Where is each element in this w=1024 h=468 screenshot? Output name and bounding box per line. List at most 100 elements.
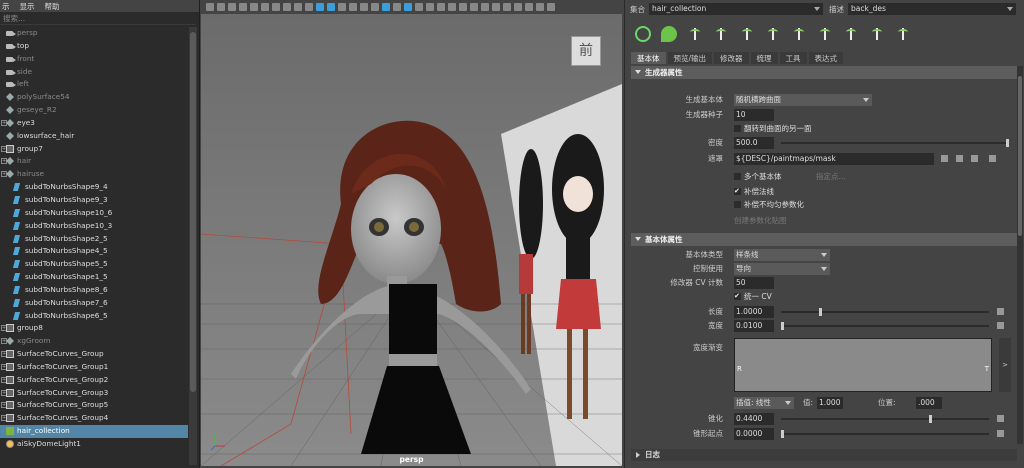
bookmark-icon[interactable] [239, 2, 247, 11]
panel-layout-icon[interactable] [547, 2, 555, 11]
outliner-item-surfacetocurves-group2[interactable]: + SurfaceToCurves_Group2 [0, 374, 188, 387]
save-icon[interactable] [956, 155, 963, 162]
flip-checkbox[interactable] [734, 125, 741, 132]
create-param-map-button[interactable]: 创建参数化贴图 [734, 215, 787, 227]
ambient-occlusion-icon[interactable] [426, 2, 434, 11]
outliner-item-group7[interactable]: + group7 [0, 143, 188, 156]
outliner-item-subdtonurbsshape10-3[interactable]: subdToNurbsShape10_3 [0, 220, 188, 233]
outliner-scrollbar[interactable] [189, 27, 197, 465]
gamma-icon[interactable] [525, 2, 533, 11]
outliner-item-subdtonurbsshape5-5[interactable]: subdToNurbsShape5_5 [0, 258, 188, 271]
menu-item-help[interactable]: 帮助 [45, 1, 60, 12]
sculpt-guide-icon[interactable] [739, 26, 755, 42]
visibility-eye-icon[interactable] [635, 26, 651, 42]
use-all-lights-icon[interactable] [404, 2, 412, 11]
isolate-select-icon[interactable] [470, 2, 478, 11]
motion-blur-icon[interactable] [437, 2, 445, 11]
compensate-normal-checkbox[interactable] [734, 185, 741, 197]
outliner-item-subdtonurbsshape9-4[interactable]: subdToNurbsShape9_4 [0, 181, 188, 194]
camera-attributes-icon[interactable] [228, 2, 236, 11]
multisample-icon[interactable] [448, 2, 456, 11]
section-primitive-attributes[interactable]: 基本体属性 [631, 233, 1017, 246]
outliner-item-surfacetocurves-group1[interactable]: + SurfaceToCurves_Group1 [0, 361, 188, 374]
color-space-icon[interactable] [536, 2, 544, 11]
outliner-item-surfacetocurves-group5[interactable]: + SurfaceToCurves_Group5 [0, 399, 188, 412]
guide-tool-icon[interactable] [713, 26, 729, 42]
outliner-search-input[interactable]: 搜索... [0, 13, 196, 25]
tab-expressions[interactable]: 表达式 [808, 52, 844, 64]
outliner-item-subdtonurbsshape8-6[interactable]: subdToNurbsShape8_6 [0, 284, 188, 297]
smooth-shade-icon[interactable] [371, 2, 379, 11]
log-section-header[interactable]: 日志 [631, 449, 1017, 461]
folder-icon[interactable] [971, 155, 978, 162]
film-gate-icon[interactable] [294, 2, 302, 11]
unify-cv-checkbox[interactable] [734, 290, 741, 302]
collection-dropdown[interactable]: hair_collection [649, 3, 823, 15]
outliner-item-hairuse[interactable]: + hairuse [0, 168, 188, 181]
width-slider-knob[interactable] [781, 322, 784, 330]
depth-of-field-icon[interactable] [459, 2, 467, 11]
resolution-gate-icon[interactable] [305, 2, 313, 11]
outliner-item-geseye-r2[interactable]: geseye_R2 [0, 104, 188, 117]
wireframe-icon[interactable] [360, 2, 368, 11]
tab-utilities[interactable]: 工具 [779, 52, 807, 64]
paint-brush-icon[interactable] [941, 155, 948, 162]
view-cube[interactable]: 前 [571, 36, 601, 66]
taper-field[interactable]: 0.4400 [734, 413, 774, 425]
outliner-item-subdtonurbsshape10-6[interactable]: subdToNurbsShape10_6 [0, 207, 188, 220]
image-plane-icon[interactable] [250, 2, 258, 11]
outliner-item-xggroom[interactable]: + xgGroom [0, 335, 188, 348]
scrollbar-thumb[interactable] [190, 32, 196, 392]
outliner-item-surfacetocurves-group[interactable]: + SurfaceToCurves_Group [0, 348, 188, 361]
taper-start-field[interactable]: 0.0000 [734, 428, 774, 440]
outliner-item-front[interactable]: front [0, 53, 188, 66]
tab-modifiers[interactable]: 修改器 [714, 52, 749, 64]
outliner-item-side[interactable]: side [0, 66, 188, 79]
outliner-item-hair[interactable]: + hair [0, 155, 188, 168]
2d-pan-icon[interactable] [261, 2, 269, 11]
expression-icon[interactable] [997, 322, 1004, 329]
field-chart-icon[interactable] [327, 2, 335, 11]
outliner-item-subdtonurbsshape7-6[interactable]: subdToNurbsShape7_6 [0, 297, 188, 310]
menu-item-show[interactable]: 示 [2, 1, 10, 12]
add-guide-icon[interactable] [687, 26, 703, 42]
outliner-item-subdtonurbsshape9-3[interactable]: subdToNurbsShape9_3 [0, 194, 188, 207]
prim-type-dropdown[interactable]: 样条线 [734, 249, 830, 261]
density-slider[interactable] [781, 139, 1009, 147]
xray-icon[interactable] [481, 2, 489, 11]
grid-icon[interactable] [283, 2, 291, 11]
length-slider[interactable] [781, 308, 989, 316]
length-slider-knob[interactable] [819, 308, 822, 316]
lock-camera-icon[interactable] [217, 2, 225, 11]
gate-mask-icon[interactable] [316, 2, 324, 11]
length-field[interactable]: 1.0000 [734, 306, 774, 318]
interpolation-dropdown[interactable]: 插值: 线性 [734, 397, 794, 409]
grease-pencil-icon[interactable] [272, 2, 280, 11]
ramp-root-marker[interactable]: R [737, 363, 742, 375]
outliner-item-group8[interactable]: + group8 [0, 322, 188, 335]
bend-guide-icon[interactable] [869, 26, 885, 42]
expression-icon[interactable] [997, 430, 1004, 437]
ramp-tip-marker[interactable]: T [985, 363, 989, 375]
description-dropdown[interactable]: back_des [848, 3, 1016, 15]
flatten-guide-icon[interactable] [895, 26, 911, 42]
leaf-icon[interactable] [661, 26, 677, 42]
outliner-item-subdtonurbsshape4-5[interactable]: subdToNurbsShape4_5 [0, 245, 188, 258]
control-dropdown[interactable]: 导向 [734, 263, 830, 275]
taper-slider[interactable] [781, 415, 989, 423]
density-field[interactable]: 500.0 [734, 137, 774, 149]
shadows-icon[interactable] [415, 2, 423, 11]
exposure-icon[interactable] [514, 2, 522, 11]
ramp-expand-button[interactable]: > [999, 338, 1011, 392]
guide-curve-icon[interactable] [817, 26, 833, 42]
taper-start-slider[interactable] [781, 430, 989, 438]
menu-item-display[interactable]: 显示 [20, 1, 35, 12]
outliner-item-persp[interactable]: persp [0, 27, 188, 40]
seed-field[interactable]: 10 [734, 109, 774, 121]
width-slider[interactable] [781, 322, 989, 330]
specify-points-link[interactable]: 指定点... [816, 171, 846, 183]
value-field[interactable]: 1.000 [817, 397, 843, 409]
density-slider-knob[interactable] [1006, 139, 1009, 147]
outliner-item-surfacetocurves-group3[interactable]: + SurfaceToCurves_Group3 [0, 387, 188, 400]
outliner-item-lowsurface-hair[interactable]: lowsurface_hair [0, 130, 188, 143]
